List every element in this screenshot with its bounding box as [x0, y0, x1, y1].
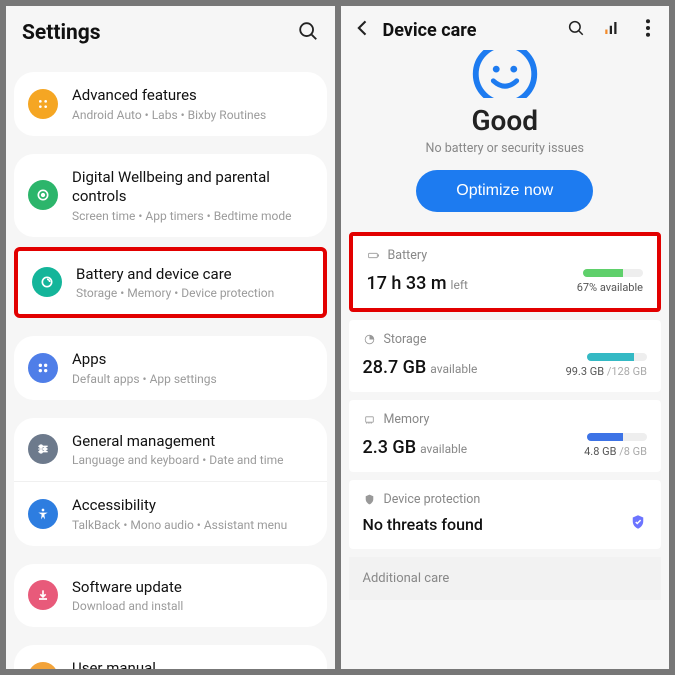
settings-item-manual[interactable]: User manualLearn more: [14, 645, 327, 669]
item-label: Accessibility: [72, 496, 287, 516]
battery-pct: 67% available: [577, 281, 643, 294]
item-label: Digital Wellbeing and parental controls: [72, 168, 313, 207]
settings-item-devicecare[interactable]: Battery and device careStorage • Memory …: [18, 251, 323, 315]
more-icon[interactable]: [639, 19, 657, 41]
accessibility-icon: [28, 499, 58, 529]
smiley-icon: [466, 50, 544, 98]
apps-icon: [28, 353, 58, 383]
battery-time-suffix: left: [451, 278, 468, 292]
status-subtitle: No battery or security issues: [341, 141, 670, 156]
item-label: Battery and device care: [76, 265, 274, 285]
battery-card[interactable]: Battery 17 h 33 m left 67% available: [349, 232, 662, 312]
memory-bar: [587, 433, 647, 441]
settings-item-wellbeing[interactable]: Digital Wellbeing and parental controls S…: [14, 154, 327, 237]
settings-item-accessibility[interactable]: Accessibility TalkBack • Mono audio • Ass…: [14, 482, 327, 546]
wellbeing-icon: [28, 180, 58, 210]
settings-screen: Settings Advanced features Android Auto •…: [6, 6, 335, 669]
item-subtitle: Storage • Memory • Device protection: [76, 286, 274, 300]
storage-bar: [587, 353, 647, 361]
item-label: General management: [72, 432, 284, 452]
back-icon[interactable]: [353, 18, 373, 42]
item-subtitle: Default apps • App settings: [72, 372, 217, 386]
storage-used: 99.3 GB: [566, 365, 605, 378]
general-icon: [28, 434, 58, 464]
memory-icon: [363, 413, 376, 426]
additional-care-header: Additional care: [349, 557, 662, 600]
item-subtitle: TalkBack • Mono audio • Assistant menu: [72, 518, 287, 532]
item-label: User manual: [72, 659, 156, 669]
protection-card[interactable]: Device protection No threats found: [349, 480, 662, 549]
settings-item-general[interactable]: General managementLanguage and keyboard …: [14, 418, 327, 483]
memory-used: 4.8 GB: [584, 445, 616, 458]
search-icon[interactable]: [297, 20, 319, 46]
signal-icon[interactable]: [603, 19, 621, 41]
battery-icon: [367, 249, 380, 262]
protection-status: No threats found: [363, 515, 483, 534]
memory-label: Memory: [384, 412, 430, 427]
search-icon[interactable]: [567, 19, 585, 41]
battery-label: Battery: [388, 248, 428, 263]
storage-icon: [363, 333, 376, 346]
storage-label: Storage: [384, 332, 427, 347]
page-title: Device care: [383, 20, 477, 41]
storage-card[interactable]: Storage 28.7 GB available 99.3 GB /128 G…: [349, 320, 662, 392]
advanced-icon: [28, 89, 58, 119]
device-care-screen: Device care Good No battery or security …: [341, 6, 670, 669]
item-subtitle: Language and keyboard • Date and time: [72, 453, 284, 467]
memory-total: /8 GB: [619, 445, 647, 458]
item-label: Advanced features: [72, 86, 266, 106]
settings-item-advanced[interactable]: Advanced features Android Auto • Labs • B…: [14, 72, 327, 136]
item-label: Software update: [72, 578, 183, 598]
devicecare-icon: [32, 267, 62, 297]
storage-total: /128 GB: [607, 365, 647, 378]
item-subtitle: Android Auto • Labs • Bixby Routines: [72, 108, 266, 122]
storage-value: 28.7 GB: [363, 357, 427, 378]
shield-check-icon: [629, 513, 647, 535]
memory-suffix: available: [420, 442, 467, 456]
memory-value: 2.3 GB: [363, 437, 417, 458]
battery-bar: [583, 269, 643, 277]
item-subtitle: Screen time • App timers • Bedtime mode: [72, 209, 313, 223]
settings-item-update[interactable]: Software updateDownload and install: [14, 564, 327, 628]
storage-suffix: available: [430, 362, 477, 376]
memory-card[interactable]: Memory 2.3 GB available 4.8 GB /8 GB: [349, 400, 662, 472]
status-title: Good: [341, 104, 670, 137]
item-subtitle: Download and install: [72, 599, 183, 613]
protection-label: Device protection: [384, 492, 481, 507]
manual-icon: [28, 662, 58, 669]
update-icon: [28, 580, 58, 610]
item-label: Apps: [72, 350, 217, 370]
shield-icon: [363, 493, 376, 506]
battery-time: 17 h 33 m: [367, 273, 447, 294]
page-title: Settings: [22, 21, 101, 45]
settings-item-apps[interactable]: Apps Default apps • App settings: [14, 336, 327, 400]
optimize-button[interactable]: Optimize now: [416, 170, 593, 212]
